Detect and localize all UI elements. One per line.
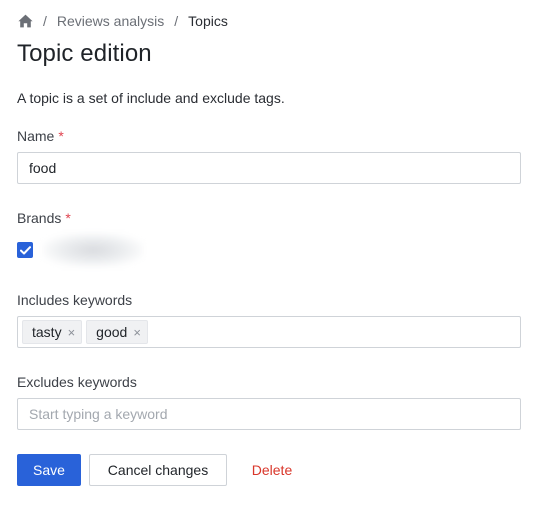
breadcrumb: / Reviews analysis / Topics xyxy=(17,11,228,31)
home-icon[interactable] xyxy=(17,13,33,29)
name-label-text: Name xyxy=(17,128,55,144)
keyword-tag: good × xyxy=(86,320,148,344)
brand-name-redacted xyxy=(43,233,143,267)
brands-label: Brands * xyxy=(17,210,71,226)
breadcrumb-reviews-analysis[interactable]: Reviews analysis xyxy=(57,13,164,29)
breadcrumb-separator: / xyxy=(43,13,47,29)
save-button[interactable]: Save xyxy=(17,454,81,486)
keyword-tag-label: tasty xyxy=(32,324,62,340)
page-title: Topic edition xyxy=(17,40,152,67)
brand-option xyxy=(17,232,143,268)
name-input[interactable] xyxy=(17,152,521,184)
required-marker: * xyxy=(58,128,64,144)
brands-label-text: Brands xyxy=(17,210,62,226)
includes-label: Includes keywords xyxy=(17,292,133,308)
keyword-tag: tasty × xyxy=(22,320,83,344)
checkmark-icon xyxy=(19,245,31,254)
brand-checkbox[interactable] xyxy=(17,242,33,258)
keyword-tag-label: good xyxy=(96,324,128,340)
breadcrumb-separator: / xyxy=(174,13,179,29)
excludes-label: Excludes keywords xyxy=(17,374,137,390)
tag-remove-icon[interactable]: × xyxy=(68,326,76,339)
tag-remove-icon[interactable]: × xyxy=(133,326,141,339)
page-intro: A topic is a set of include and exclude … xyxy=(17,90,285,106)
cancel-changes-button[interactable]: Cancel changes xyxy=(89,454,227,486)
includes-keywords-input[interactable]: tasty × good × xyxy=(17,316,521,348)
name-label: Name * xyxy=(17,128,64,144)
excludes-keywords-input[interactable] xyxy=(17,398,521,430)
breadcrumb-topics: Topics xyxy=(188,13,228,29)
required-marker: * xyxy=(65,210,71,226)
delete-button[interactable]: Delete xyxy=(238,454,306,486)
